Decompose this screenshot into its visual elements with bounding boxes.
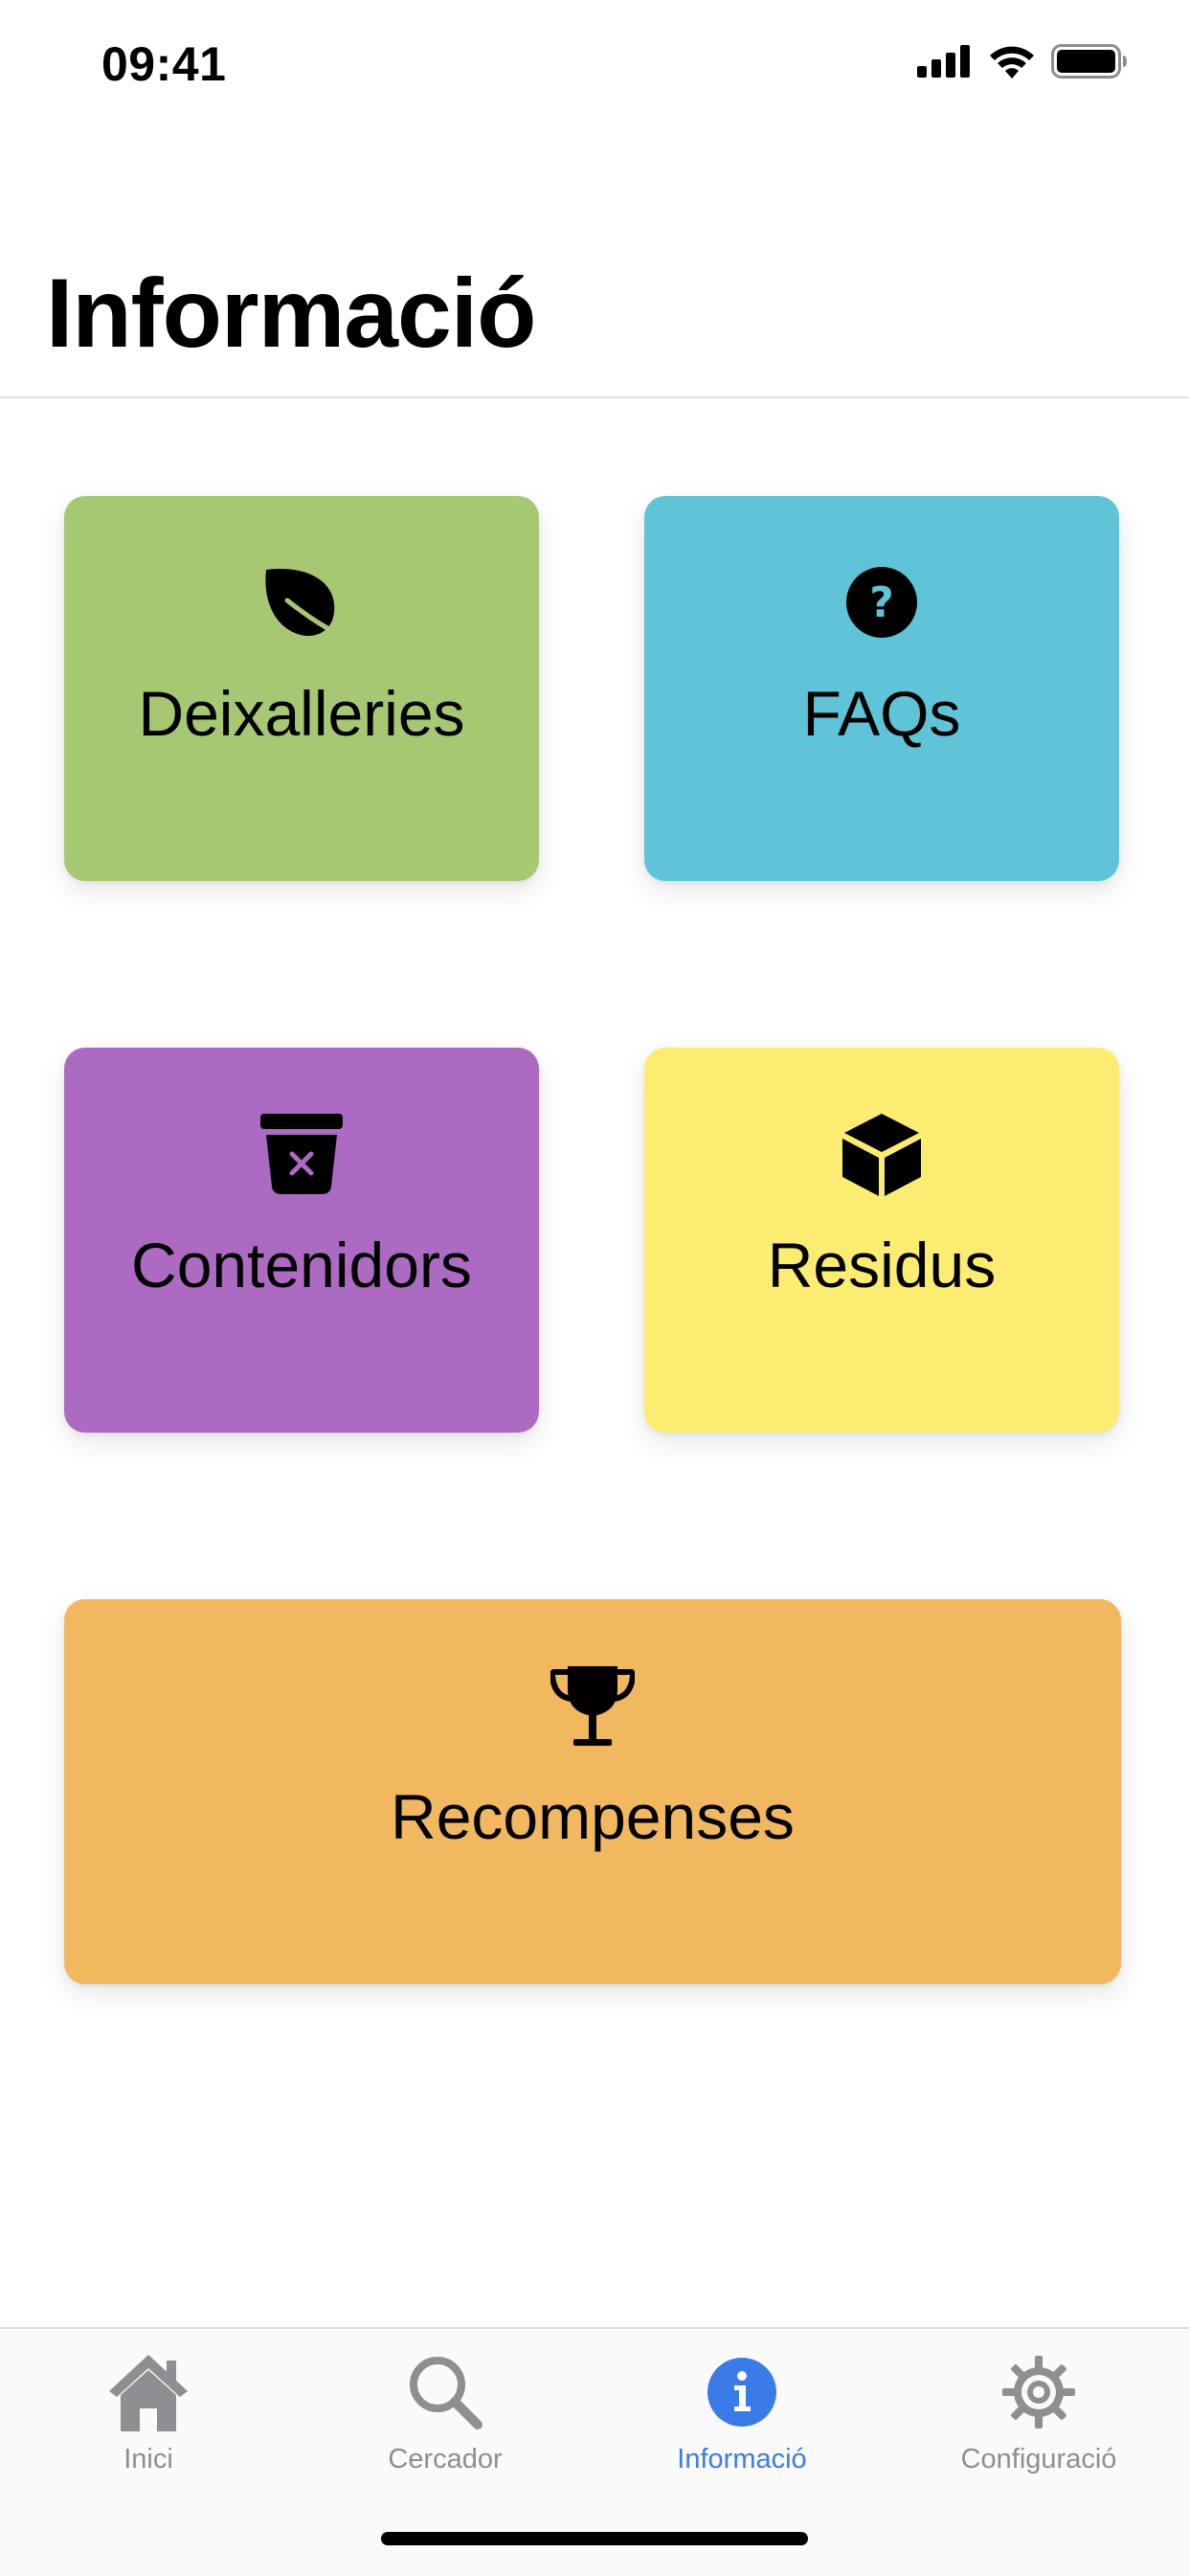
status-bar: 09:41: [0, 0, 1189, 126]
tile-label: Deixalleries: [138, 678, 465, 749]
tile-label: Residus: [767, 1230, 997, 1300]
magnifier-icon: [410, 2357, 482, 2429]
tab-label: Cercador: [388, 2444, 503, 2474]
tile-label: Contenidors: [131, 1230, 472, 1300]
tile-recompenses[interactable]: Recompenses: [64, 1599, 1121, 1984]
tile-deixalleries[interactable]: Deixalleries: [64, 496, 539, 881]
tile-label: FAQs: [802, 678, 961, 749]
house-icon: [109, 2355, 188, 2431]
signal-icon: [917, 45, 970, 78]
tab-label: Inici: [123, 2444, 173, 2474]
gear-icon: [1002, 2356, 1075, 2429]
page-title: Informació: [46, 259, 536, 368]
status-time: 09:41: [101, 37, 227, 91]
title-divider: [0, 396, 1189, 398]
leaf-icon: [265, 569, 345, 640]
tile-residus[interactable]: Residus: [644, 1048, 1119, 1433]
tab-configuracio[interactable]: Configuració: [890, 2346, 1187, 2475]
tab-label: Informació: [677, 2444, 807, 2474]
tab-cercador[interactable]: Cercador: [297, 2346, 594, 2475]
wifi-icon: [990, 46, 1034, 79]
trash-x-icon: [260, 1114, 343, 1194]
tab-informacio[interactable]: Informació: [594, 2346, 890, 2475]
trophy-icon: [550, 1666, 635, 1746]
cube-icon: [842, 1114, 921, 1196]
status-icons: [917, 44, 1128, 79]
tab-label: Configuració: [960, 2444, 1117, 2474]
info-circle-icon: [707, 2358, 776, 2427]
tab-inici[interactable]: Inici: [0, 2346, 297, 2475]
svg-text:?: ?: [869, 578, 894, 627]
tile-faqs[interactable]: ? FAQs: [644, 496, 1119, 881]
battery-icon: [1051, 44, 1127, 79]
tile-contenidors[interactable]: Contenidors: [64, 1048, 539, 1433]
question-circle-icon: ?: [846, 567, 917, 638]
tile-label: Recompenses: [391, 1781, 795, 1852]
home-indicator[interactable]: [381, 2532, 808, 2545]
